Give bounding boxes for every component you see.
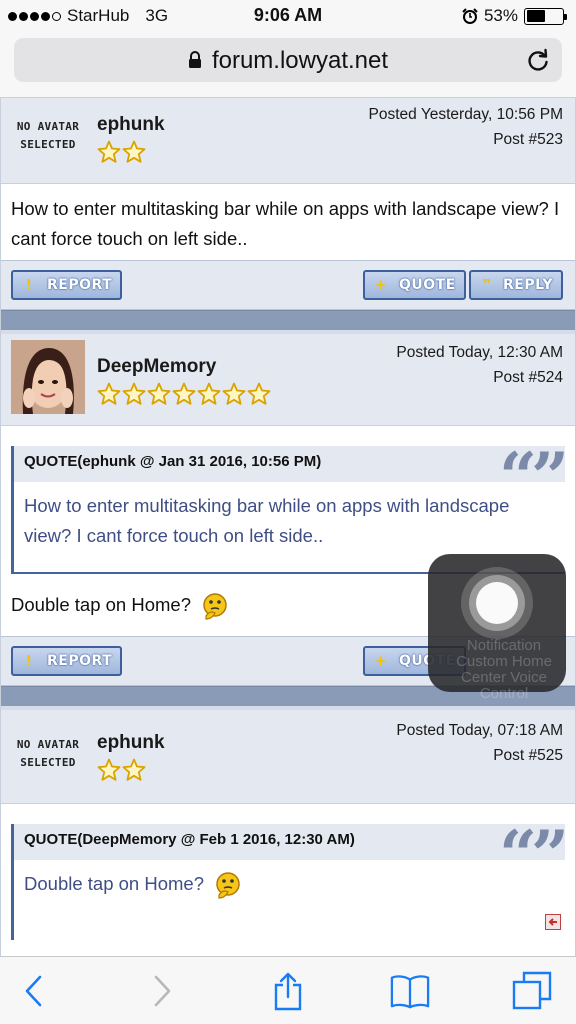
post-header: NO AVATAR SELECTED ephunk Posted Yesterd… [1, 98, 575, 184]
reload-icon[interactable] [526, 47, 550, 73]
post-info: Posted Today, 07:18 AM Post #525 [396, 718, 563, 768]
quote-text: Double tap on Home? [14, 860, 565, 940]
tabs-button[interactable] [512, 971, 552, 1011]
quote-block: QUOTE(DeepMemory @ Feb 1 2016, 12:30 AM)… [11, 820, 569, 940]
thinking-emoji-icon [216, 872, 240, 899]
plus-icon: + [374, 652, 388, 670]
share-icon [274, 972, 302, 1011]
report-label: REPORT [47, 653, 113, 669]
bookmarks-icon [390, 975, 430, 1009]
report-button[interactable]: ! REPORT [11, 646, 123, 676]
assistive-ghost-text: Notification Custom Home Center Voice Co… [456, 637, 552, 702]
post-date: Posted Today, 12:30 AM [396, 344, 563, 361]
quote-mark-icon: ❞ [482, 276, 492, 294]
post-info: Posted Today, 12:30 AM Post #524 [396, 340, 563, 390]
rank-stars [97, 382, 271, 406]
post-username[interactable]: DeepMemory [97, 356, 216, 378]
quote-header-text: QUOTE(ephunk @ Jan 31 2016, 10:56 PM) [24, 453, 322, 470]
star-icon [97, 140, 121, 163]
star-icon [97, 758, 121, 781]
post-actions: ! REPORT + QUOTE ❞ REPLY [1, 260, 575, 310]
quote-marks-icon: “” [499, 438, 569, 516]
status-right: 53% [462, 6, 567, 26]
view-post-icon[interactable] [545, 914, 561, 930]
rank-stars [97, 758, 146, 782]
forward-button[interactable] [142, 971, 182, 1011]
post-date: Posted Yesterday, 10:56 PM [368, 106, 563, 123]
bookmarks-button[interactable] [390, 971, 430, 1011]
post-date: Posted Today, 07:18 AM [396, 722, 563, 739]
back-button[interactable] [14, 971, 54, 1011]
assistive-dot-icon [476, 582, 518, 624]
tabs-icon [512, 971, 552, 1010]
reply-label: REPLY [503, 277, 553, 293]
assistive-touch-button[interactable]: Notification Custom Home Center Voice Co… [428, 554, 566, 702]
post-separator [1, 310, 575, 334]
report-button[interactable]: ! REPORT [11, 270, 123, 300]
address-bar[interactable]: forum.lowyat.net [14, 38, 562, 82]
alarm-icon [462, 8, 478, 24]
battery-icon [524, 7, 567, 25]
url-text: forum.lowyat.net [211, 47, 389, 74]
post-header: DeepMemory Posted Today, 12:30 AM Post #… [1, 334, 575, 426]
quote-text-content: Double tap on Home? [24, 873, 204, 894]
post-info: Posted Yesterday, 10:56 PM Post #523 [369, 102, 563, 152]
post-body-text: Double tap on Home? [11, 594, 191, 615]
rank-stars [97, 140, 146, 164]
post-number[interactable]: Post #523 [369, 127, 563, 152]
report-label: REPORT [47, 277, 113, 293]
star-icon [122, 758, 146, 781]
safari-toolbar [0, 956, 576, 1024]
post-number[interactable]: Post #524 [396, 365, 563, 390]
avatar-photo-icon [11, 340, 85, 414]
quote-label: QUOTE [399, 277, 456, 293]
reply-button[interactable]: ❞ REPLY [469, 270, 563, 300]
post-header: NO AVATAR SELECTED ephunk Posted Today, … [1, 710, 575, 804]
url-display[interactable]: forum.lowyat.net [14, 47, 562, 75]
quote-header-text: QUOTE(DeepMemory @ Feb 1 2016, 12:30 AM) [24, 831, 355, 848]
no-avatar-label: NO AVATAR SELECTED [16, 738, 80, 769]
star-icon [147, 382, 171, 405]
star-icon [122, 382, 146, 405]
back-icon [25, 975, 42, 1007]
no-avatar-label: NO AVATAR SELECTED [16, 120, 80, 151]
forum-thread: NO AVATAR SELECTED ephunk Posted Yesterd… [0, 98, 576, 956]
post-body: How to enter multitasking bar while on a… [1, 184, 575, 260]
share-button[interactable] [268, 971, 308, 1011]
safari-address-area: forum.lowyat.net [0, 32, 576, 98]
post-username[interactable]: ephunk [97, 732, 165, 754]
status-bar: StarHub 3G 9:06 AM 53% [0, 0, 576, 32]
star-icon [122, 140, 146, 163]
user-avatar[interactable] [11, 340, 85, 414]
star-icon [247, 382, 271, 405]
quote-button[interactable]: + QUOTE [363, 270, 466, 300]
star-icon [197, 382, 221, 405]
plus-icon: + [374, 276, 388, 294]
post-username[interactable]: ephunk [97, 114, 165, 136]
quote-header: QUOTE(ephunk @ Jan 31 2016, 10:56 PM) “” [14, 442, 569, 512]
post-number[interactable]: Post #525 [396, 743, 563, 768]
lock-icon [188, 50, 201, 68]
battery-percent: 53% [483, 6, 518, 25]
exclamation-icon: ! [25, 652, 33, 670]
star-icon [172, 382, 196, 405]
quote-header: QUOTE(DeepMemory @ Feb 1 2016, 12:30 AM)… [14, 820, 569, 890]
star-icon [97, 382, 121, 405]
thinking-emoji-icon [203, 593, 227, 620]
forward-icon [154, 975, 171, 1007]
exclamation-icon: ! [25, 276, 33, 294]
star-icon [222, 382, 246, 405]
